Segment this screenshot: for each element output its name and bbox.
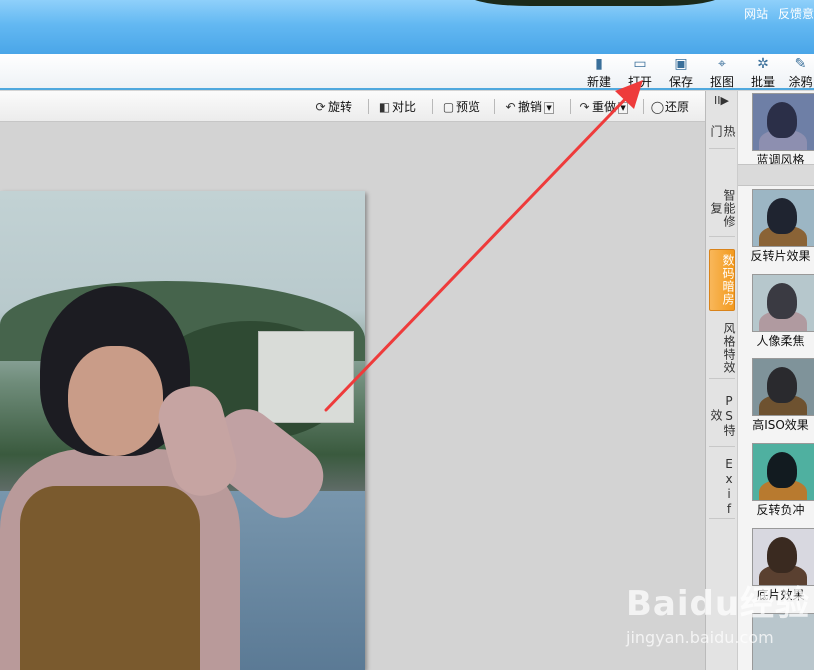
- effect-thumbnail: [752, 93, 814, 151]
- edited-photo[interactable]: [0, 191, 365, 670]
- effect-item[interactable]: 底片效果: [738, 528, 814, 603]
- save-label: 保存: [668, 75, 693, 89]
- effects-divider: [738, 164, 814, 186]
- tab-style-effects[interactable]: 风格特效: [709, 317, 736, 379]
- save-icon: ▣: [674, 56, 688, 72]
- preview-label: 预览: [456, 100, 481, 114]
- effect-thumbnail: [752, 443, 814, 501]
- new-label: 新建: [586, 75, 611, 89]
- undo-icon: ↶: [505, 100, 516, 114]
- effect-thumbnail: [752, 274, 814, 332]
- rotate-label: 旋转: [328, 100, 353, 114]
- tab-exif[interactable]: Exif: [709, 453, 736, 519]
- restore-button[interactable]: ◯还原: [650, 98, 689, 116]
- new-file-icon: ▮: [595, 56, 603, 72]
- website-link[interactable]: 网站: [744, 7, 768, 21]
- effect-name: 人像柔焦: [756, 334, 805, 348]
- effect-thumbnail: [752, 528, 814, 586]
- image-canvas[interactable]: [0, 122, 705, 670]
- photo-vest: [20, 486, 200, 670]
- edit-toolbar: ⟳ 旋转 ◧ 对比 ▢ 预览 ↶ 撤销 ▼ ↷ 重做 ▼ ◯还原: [0, 91, 705, 122]
- toolbar-divider: [432, 99, 433, 114]
- photo-face: [68, 346, 163, 456]
- effect-item[interactable]: 反转负冲: [738, 443, 814, 518]
- effect-item[interactable]: 蓝调风格: [738, 93, 814, 168]
- effect-name: 高ISO效果: [752, 418, 809, 432]
- effect-name: 反转负冲: [756, 503, 805, 517]
- tab-smart-repair[interactable]: 智能修复: [709, 181, 736, 237]
- redo-button[interactable]: ↷ 重做 ▼: [577, 98, 629, 116]
- redo-dropdown-icon[interactable]: ▼: [618, 101, 629, 114]
- title-bar-decoration: [470, 0, 720, 6]
- cutout-icon: ⌖: [718, 56, 726, 72]
- tab-hot[interactable]: 热门: [709, 115, 736, 149]
- open-folder-icon: ▭: [633, 56, 647, 72]
- batch-button[interactable]: ✲ 批量: [746, 56, 780, 89]
- open-button[interactable]: ▭ 打开: [623, 56, 657, 89]
- undo-label: 撤销: [518, 100, 543, 114]
- effect-name: 反转片效果: [750, 249, 811, 263]
- preview-icon: ▢: [442, 100, 455, 114]
- effect-thumbnail: [752, 189, 814, 247]
- effect-name: 底片效果: [756, 588, 805, 602]
- rotate-button[interactable]: ⟳ 旋转: [313, 98, 352, 116]
- open-label: 打开: [627, 75, 652, 89]
- rotate-icon: ⟳: [315, 100, 326, 114]
- batch-label: 批量: [750, 75, 775, 89]
- batch-gear-icon: ✲: [757, 56, 769, 72]
- save-button[interactable]: ▣ 保存: [664, 56, 698, 89]
- toolbar-divider: [494, 99, 495, 114]
- window-title-bar: 网站 反馈意: [0, 0, 814, 54]
- doodle-icon: ✎: [794, 56, 807, 72]
- compare-icon: ◧: [378, 100, 391, 114]
- restore-label: 还原: [665, 100, 690, 114]
- cutout-label: 抠图: [709, 75, 734, 89]
- toolbar-divider: [643, 99, 644, 114]
- effects-panel: 蓝调风格 反转片效果 人像柔焦 高ISO效果 反转负冲 底片效果: [737, 91, 814, 670]
- preview-button[interactable]: ▢ 预览: [441, 98, 480, 116]
- tab-ps-effects[interactable]: PS特效: [709, 385, 736, 447]
- compare-button[interactable]: ◧ 对比: [377, 98, 416, 116]
- undo-button[interactable]: ↶ 撤销 ▼: [503, 98, 555, 116]
- cutout-button[interactable]: ⌖ 抠图: [705, 56, 739, 89]
- redo-label: 重做: [592, 100, 617, 114]
- photo-building: [258, 331, 354, 423]
- effect-thumbnail: [752, 358, 814, 416]
- toolbar-divider: [368, 99, 369, 114]
- new-button[interactable]: ▮ 新建: [582, 56, 616, 89]
- collapse-panel-icon[interactable]: II▶: [706, 91, 737, 111]
- effect-thumbnail: [752, 613, 814, 670]
- effect-item[interactable]: 人像柔焦: [738, 274, 814, 349]
- toolbar-divider: [570, 99, 571, 114]
- feedback-link[interactable]: 反馈意: [778, 7, 814, 21]
- tab-digital-darkroom[interactable]: 数码暗房: [709, 249, 735, 311]
- doodle-label: 涂鸦: [788, 75, 813, 88]
- redo-icon: ↷: [579, 100, 590, 114]
- undo-dropdown-icon[interactable]: ▼: [544, 101, 555, 114]
- category-tabs: II▶ 热门 智能修复 数码暗房 风格特效 PS特效 Exif: [705, 91, 737, 670]
- title-links: 网站 反馈意: [738, 5, 814, 22]
- effect-item[interactable]: 高ISO效果: [738, 358, 814, 433]
- main-toolbar: ▮ 新建 ▭ 打开 ▣ 保存 ⌖ 抠图 ✲ 批量 ✎ 涂鸦: [0, 54, 814, 90]
- effect-item[interactable]: [738, 613, 814, 670]
- doodle-button[interactable]: ✎ 涂鸦: [787, 56, 814, 88]
- effect-item[interactable]: 反转片效果: [738, 189, 814, 264]
- restore-icon: ◯: [650, 100, 665, 114]
- compare-label: 对比: [392, 100, 417, 114]
